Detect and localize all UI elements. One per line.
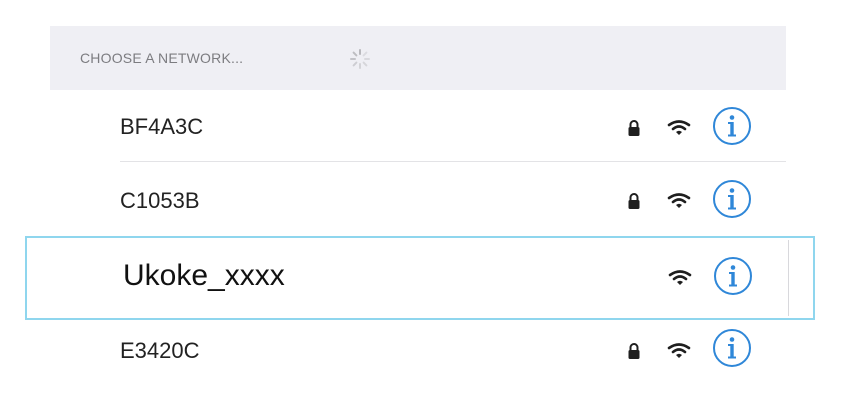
network-row-c1053b[interactable]: C1053B (50, 162, 786, 234)
network-row-bf4a3c[interactable]: BF4A3C (50, 90, 786, 162)
info-icon[interactable] (712, 179, 752, 219)
info-icon[interactable] (713, 256, 753, 296)
network-list-header: CHOOSE A NETWORK... (50, 26, 786, 90)
spinner-icon (350, 49, 370, 69)
network-row-ukoke-xxxx[interactable]: Ukoke_xxxx (25, 236, 815, 320)
wifi-icon (667, 120, 691, 135)
network-ssid: C1053B (120, 188, 200, 213)
lock-icon (628, 120, 640, 136)
network-ssid: BF4A3C (120, 114, 204, 139)
info-icon[interactable] (712, 106, 752, 146)
header-title: CHOOSE A NETWORK... (80, 50, 244, 66)
info-icon[interactable] (712, 328, 752, 368)
wifi-icon (667, 193, 691, 208)
network-ssid: Ukoke_xxxx (123, 259, 285, 292)
wifi-icon (668, 270, 692, 285)
network-list-panel: CHOOSE A NETWORK... BF4A3C C1053B E3420C (50, 26, 786, 376)
wifi-icon (667, 343, 691, 358)
highlight-divider (788, 240, 789, 316)
network-row-e3420c[interactable]: E3420C (50, 322, 786, 376)
lock-icon (628, 343, 640, 359)
lock-icon (628, 193, 640, 209)
network-ssid: E3420C (120, 338, 200, 363)
